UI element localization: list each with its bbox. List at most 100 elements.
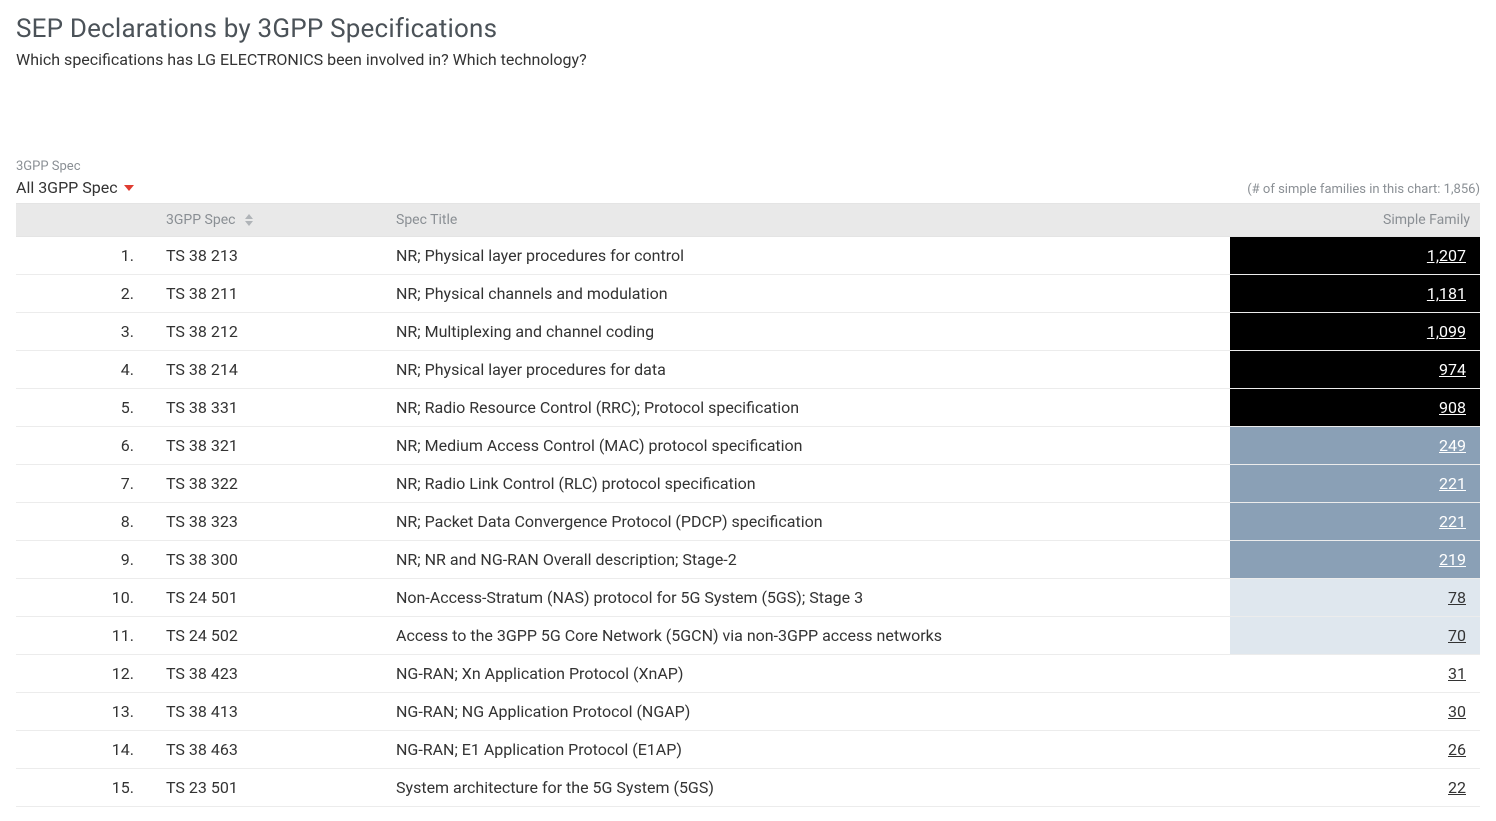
row-title: NR; Radio Resource Control (RRC); Protoc… [386, 389, 1230, 427]
row-family-cell: 249 [1230, 427, 1480, 465]
row-family-link[interactable]: 974 [1230, 351, 1480, 388]
row-title: NR; NR and NG-RAN Overall description; S… [386, 541, 1230, 579]
row-rank: 3. [16, 313, 156, 351]
filter-select-3gpp-spec[interactable]: All 3GPP Spec [16, 178, 134, 197]
row-family-link[interactable]: 249 [1230, 427, 1480, 464]
page-title: SEP Declarations by 3GPP Specifications [16, 14, 1480, 44]
sort-icon[interactable] [245, 214, 253, 226]
row-family-cell: 70 [1230, 617, 1480, 655]
row-spec: TS 38 331 [156, 389, 386, 427]
row-family-link[interactable]: 1,099 [1230, 313, 1480, 350]
chevron-down-icon [124, 185, 134, 191]
row-family-link[interactable]: 26 [1230, 731, 1480, 768]
col-title-header[interactable]: Spec Title [386, 204, 1230, 237]
table-row: 9.TS 38 300NR; NR and NG-RAN Overall des… [16, 541, 1480, 579]
row-title: NG-RAN; E1 Application Protocol (E1AP) [386, 731, 1230, 769]
row-family-cell: 221 [1230, 465, 1480, 503]
row-spec: TS 38 413 [156, 693, 386, 731]
table-row: 6.TS 38 321NR; Medium Access Control (MA… [16, 427, 1480, 465]
table-row: 13.TS 38 413NG-RAN; NG Application Proto… [16, 693, 1480, 731]
spec-table: 3GPP Spec Spec Title Simple Family 1.TS … [16, 203, 1480, 807]
row-family-link[interactable]: 908 [1230, 389, 1480, 426]
row-spec: TS 38 213 [156, 237, 386, 275]
row-family-cell: 221 [1230, 503, 1480, 541]
row-title: NR; Multiplexing and channel coding [386, 313, 1230, 351]
table-row: 14.TS 38 463NG-RAN; E1 Application Proto… [16, 731, 1480, 769]
row-family-cell: 30 [1230, 693, 1480, 731]
row-rank: 13. [16, 693, 156, 731]
row-rank: 7. [16, 465, 156, 503]
row-family-cell: 219 [1230, 541, 1480, 579]
row-rank: 5. [16, 389, 156, 427]
row-family-cell: 1,099 [1230, 313, 1480, 351]
row-title: NR; Packet Data Convergence Protocol (PD… [386, 503, 1230, 541]
row-spec: TS 24 502 [156, 617, 386, 655]
row-spec: TS 38 300 [156, 541, 386, 579]
row-title: NG-RAN; NG Application Protocol (NGAP) [386, 693, 1230, 731]
col-family-header[interactable]: Simple Family [1230, 204, 1480, 237]
sort-down-icon [245, 221, 253, 226]
filter-selected-value: All 3GPP Spec [16, 178, 118, 197]
table-row: 15.TS 23 501System architecture for the … [16, 769, 1480, 807]
table-row: 8.TS 38 323NR; Packet Data Convergence P… [16, 503, 1480, 541]
row-title: Non-Access-Stratum (NAS) protocol for 5G… [386, 579, 1230, 617]
col-title-label: Spec Title [396, 212, 457, 228]
row-family-cell: 1,181 [1230, 275, 1480, 313]
row-rank: 4. [16, 351, 156, 389]
row-family-cell: 974 [1230, 351, 1480, 389]
row-family-cell: 908 [1230, 389, 1480, 427]
page-subtitle: Which specifications has LG ELECTRONICS … [16, 50, 1480, 69]
row-title: System architecture for the 5G System (5… [386, 769, 1230, 807]
table-row: 4.TS 38 214NR; Physical layer procedures… [16, 351, 1480, 389]
row-spec: TS 38 211 [156, 275, 386, 313]
col-rank-header [16, 204, 156, 237]
row-title: NR; Physical channels and modulation [386, 275, 1230, 313]
row-family-link[interactable]: 31 [1230, 655, 1480, 692]
row-title: NR; Radio Link Control (RLC) protocol sp… [386, 465, 1230, 503]
row-family-cell: 78 [1230, 579, 1480, 617]
row-family-link[interactable]: 221 [1230, 465, 1480, 502]
table-row: 7.TS 38 322NR; Radio Link Control (RLC) … [16, 465, 1480, 503]
row-family-link[interactable]: 70 [1230, 617, 1480, 654]
row-rank: 15. [16, 769, 156, 807]
row-family-cell: 31 [1230, 655, 1480, 693]
col-spec-header[interactable]: 3GPP Spec [156, 204, 386, 237]
row-family-link[interactable]: 219 [1230, 541, 1480, 578]
row-family-cell: 22 [1230, 769, 1480, 807]
row-title: NR; Physical layer procedures for contro… [386, 237, 1230, 275]
row-family-link[interactable]: 1,181 [1230, 275, 1480, 312]
row-family-link[interactable]: 1,207 [1230, 237, 1480, 274]
row-family-link[interactable]: 22 [1230, 769, 1480, 806]
row-rank: 14. [16, 731, 156, 769]
row-rank: 6. [16, 427, 156, 465]
row-title: NG-RAN; Xn Application Protocol (XnAP) [386, 655, 1230, 693]
col-spec-label: 3GPP Spec [166, 212, 235, 228]
table-row: 11.TS 24 502Access to the 3GPP 5G Core N… [16, 617, 1480, 655]
row-family-cell: 26 [1230, 731, 1480, 769]
table-row: 1.TS 38 213NR; Physical layer procedures… [16, 237, 1480, 275]
col-family-label: Simple Family [1383, 212, 1470, 228]
row-family-link[interactable]: 221 [1230, 503, 1480, 540]
table-row: 2.TS 38 211NR; Physical channels and mod… [16, 275, 1480, 313]
table-row: 10.TS 24 501Non-Access-Stratum (NAS) pro… [16, 579, 1480, 617]
sort-up-icon [245, 214, 253, 219]
row-rank: 11. [16, 617, 156, 655]
row-rank: 10. [16, 579, 156, 617]
row-title: NR; Physical layer procedures for data [386, 351, 1230, 389]
row-family-link[interactable]: 30 [1230, 693, 1480, 730]
row-spec: TS 38 463 [156, 731, 386, 769]
row-spec: TS 23 501 [156, 769, 386, 807]
row-spec: TS 24 501 [156, 579, 386, 617]
table-row: 5.TS 38 331NR; Radio Resource Control (R… [16, 389, 1480, 427]
row-family-link[interactable]: 78 [1230, 579, 1480, 616]
table-row: 3.TS 38 212NR; Multiplexing and channel … [16, 313, 1480, 351]
table-header-row: 3GPP Spec Spec Title Simple Family [16, 204, 1480, 237]
row-family-cell: 1,207 [1230, 237, 1480, 275]
row-spec: TS 38 323 [156, 503, 386, 541]
family-count-note: (# of simple families in this chart: 1,8… [1247, 182, 1480, 197]
row-spec: TS 38 322 [156, 465, 386, 503]
table-row: 12.TS 38 423NG-RAN; Xn Application Proto… [16, 655, 1480, 693]
row-spec: TS 38 212 [156, 313, 386, 351]
row-rank: 9. [16, 541, 156, 579]
row-spec: TS 38 423 [156, 655, 386, 693]
